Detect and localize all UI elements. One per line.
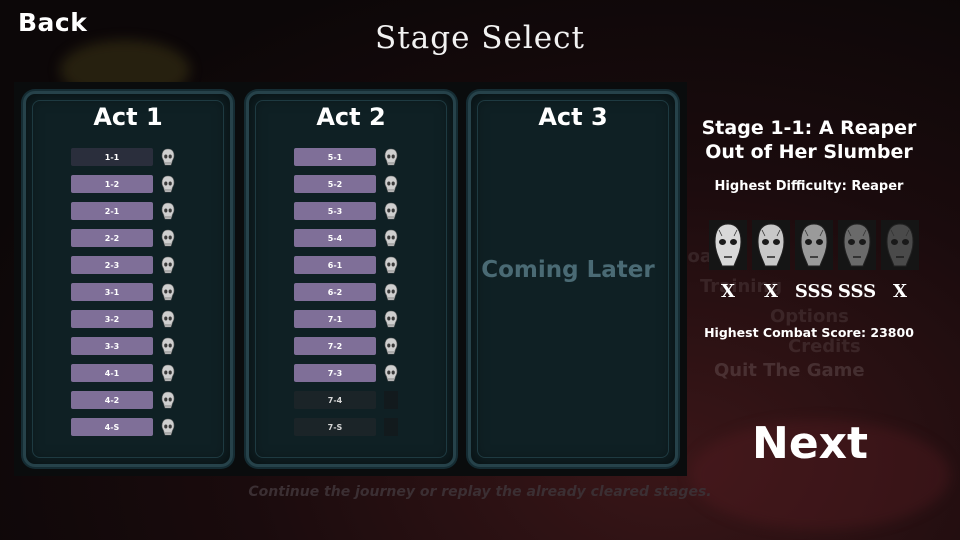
stage-row: 3-1 [71, 283, 175, 301]
stage-row: 6-1 [294, 256, 398, 274]
stage-button-3-2[interactable]: 3-2 [71, 310, 153, 328]
stage-button-7-s[interactable]: 7-S [294, 418, 376, 436]
skull-mask-icon [384, 148, 398, 166]
pale-woman-mask-icon [709, 220, 747, 270]
stage-name-line-1: Stage 1-1: A Reaper [701, 117, 917, 139]
footer-hint: Continue the journey or replay the alrea… [248, 484, 712, 500]
skull-mask-icon [161, 337, 175, 355]
skull-mask-icon [161, 391, 175, 409]
skull-mask-icon [384, 202, 398, 220]
ghost-menu-options: Options [770, 306, 849, 327]
skull-mask-icon [384, 364, 398, 382]
stage-row: 5-2 [294, 175, 398, 193]
stage-row: 3-3 [71, 337, 175, 355]
skull-mask-icon [384, 229, 398, 247]
act-1-panel: Act 1 1-1 1-2 2-1 2-2 2-3 3-1 3-2 3-3 4-1 4-2 4-S [14, 82, 242, 476]
skull-mask-icon [161, 202, 175, 220]
stage-row: 4-2 [71, 391, 175, 409]
stage-row: 5-1 [294, 148, 398, 166]
highest-difficulty: Highest Difficulty: Reaper [714, 179, 904, 194]
stage-row: 7-3 [294, 364, 398, 382]
mask-rank: SSS [837, 281, 877, 302]
stage-row: 6-2 [294, 283, 398, 301]
stage-button-7-2[interactable]: 7-2 [294, 337, 376, 355]
stage-row: 2-3 [71, 256, 175, 274]
act-3-placeholder: Coming Later [481, 257, 655, 283]
skull-mask-icon [161, 148, 175, 166]
stage-row: 2-2 [71, 229, 175, 247]
skull-mask-icon [384, 310, 398, 328]
stage-name-line-2: Out of Her Slumber [705, 141, 913, 163]
mask-rank: X [764, 281, 778, 302]
stage-button-6-2[interactable]: 6-2 [294, 283, 376, 301]
stage-button-5-2[interactable]: 5-2 [294, 175, 376, 193]
skull-mask-icon [384, 283, 398, 301]
stage-row: 4-S [71, 418, 175, 436]
mask-rank: X [721, 281, 735, 302]
locked-slot-icon [384, 418, 398, 436]
stage-button-1-1[interactable]: 1-1 [71, 148, 153, 166]
stage-row: 1-1 [71, 148, 175, 166]
stage-row: 3-2 [71, 310, 175, 328]
act-2-title: Act 2 [316, 103, 386, 131]
highest-combat-score: Highest Combat Score: 23800 [704, 325, 914, 340]
stage-button-7-1[interactable]: 7-1 [294, 310, 376, 328]
stage-button-6-1[interactable]: 6-1 [294, 256, 376, 274]
stage-row: 7-4 [294, 391, 398, 409]
plague-doctor-mask-icon [838, 220, 876, 270]
stage-button-4-2[interactable]: 4-2 [71, 391, 153, 409]
stage-row: 4-1 [71, 364, 175, 382]
ghost-menu-quit: Quit The Game [714, 360, 865, 381]
weeping-face-mask-icon [752, 220, 790, 270]
stage-button-5-1[interactable]: 5-1 [294, 148, 376, 166]
stage-button-5-4[interactable]: 5-4 [294, 229, 376, 247]
stage-button-4-s[interactable]: 4-S [71, 418, 153, 436]
locked-slot-icon [384, 391, 398, 409]
stage-button-2-2[interactable]: 2-2 [71, 229, 153, 247]
skull-mask-icon [384, 175, 398, 193]
stage-button-2-3[interactable]: 2-3 [71, 256, 153, 274]
skull-mask-icon [384, 337, 398, 355]
stage-row: 2-1 [71, 202, 175, 220]
stage-row: 1-2 [71, 175, 175, 193]
skull-mask-icon [161, 229, 175, 247]
act-3-title: Act 3 [538, 103, 608, 131]
stage-button-4-1[interactable]: 4-1 [71, 364, 153, 382]
stage-row: 5-4 [294, 229, 398, 247]
act-1-title: Act 1 [93, 103, 163, 131]
skull-mask-icon [161, 175, 175, 193]
stage-button-5-3[interactable]: 5-3 [294, 202, 376, 220]
skull-mask-icon [161, 418, 175, 436]
stage-button-7-3[interactable]: 7-3 [294, 364, 376, 382]
stage-button-7-4[interactable]: 7-4 [294, 391, 376, 409]
skull-mask-icon [795, 220, 833, 270]
skull-mask-icon [161, 283, 175, 301]
skull-mask-icon [161, 256, 175, 274]
stage-button-3-3[interactable]: 3-3 [71, 337, 153, 355]
stage-button-2-1[interactable]: 2-1 [71, 202, 153, 220]
stage-row: 7-2 [294, 337, 398, 355]
skull-mask-icon [161, 310, 175, 328]
stage-button-3-1[interactable]: 3-1 [71, 283, 153, 301]
page-title: Stage Select [375, 20, 585, 56]
stage-name: Stage 1-1: A Reaper Out of Her Slumber [694, 116, 924, 164]
act-2-panel: Act 2 5-1 5-2 5-3 5-4 6-1 6-2 7-1 7-2 7-3 7-4 7-S [237, 82, 465, 476]
mask-rank: X [893, 281, 907, 302]
next-button[interactable]: Next [752, 418, 868, 469]
stage-button-1-2[interactable]: 1-2 [71, 175, 153, 193]
stage-row: 7-1 [294, 310, 398, 328]
stage-row: 7-S [294, 418, 398, 436]
dark-plague-mask-icon [881, 220, 919, 270]
mask-rank: SSS [794, 281, 834, 302]
skull-mask-icon [161, 364, 175, 382]
stage-row: 5-3 [294, 202, 398, 220]
skull-mask-icon [384, 256, 398, 274]
